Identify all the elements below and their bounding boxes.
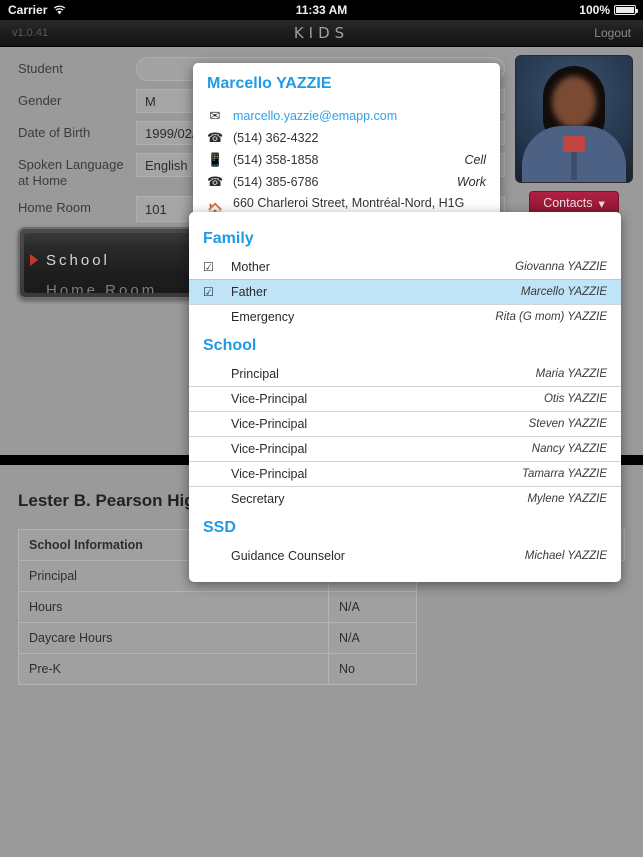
status-bar-right: 100% <box>579 3 638 17</box>
section-title-family: Family <box>203 230 254 247</box>
app-title: KIDS <box>293 24 350 42</box>
contact-person: Otis YAZZIE <box>543 393 607 405</box>
contact-role: Vice-Principal <box>231 442 308 456</box>
contact-phone-2-tag: Cell <box>464 153 486 167</box>
contact-person: Giovanna YAZZIE <box>515 260 607 273</box>
mobile-icon: 📱 <box>207 152 224 167</box>
contact-person: Maria YAZZIE <box>535 367 607 380</box>
section-title-ssd: SSD <box>203 519 236 536</box>
caret-right-icon <box>30 254 38 266</box>
list-item[interactable]: Vice-Principal Otis YAZZIE <box>189 386 621 411</box>
contact-mobile-row[interactable]: 📱 (514) 358-1858 Cell <box>207 149 486 171</box>
contacts-list-popover: Family ☑ Mother Giovanna YAZZIE ☑ Father… <box>189 212 621 582</box>
app-root: Carrier 11:33 AM 100% v1.0.41 KIDS Logou… <box>0 0 643 857</box>
phone-icon: ☎ <box>207 130 224 145</box>
row-value-prek: No <box>327 653 418 685</box>
contact-name: Marcello YAZZIE <box>207 75 332 92</box>
row-key-prek: Pre-K <box>18 653 329 685</box>
photo-placket <box>571 152 577 180</box>
row-key-daycare-hours: Daycare Hours <box>18 622 329 654</box>
contact-role: Mother <box>231 259 270 274</box>
checkbox-checked-icon[interactable]: ☑ <box>203 260 223 274</box>
student-photo-block: Contacts ▾ <box>515 55 633 215</box>
table-row: Daycare Hours N/A <box>18 622 418 654</box>
battery-icon <box>614 5 638 15</box>
photo-collar <box>563 136 585 152</box>
contact-person: Tamarra YAZZIE <box>521 468 607 480</box>
contact-role: Vice-Principal <box>231 467 308 481</box>
contacts-button-label: Contacts <box>543 196 593 210</box>
table-row: Pre-K No <box>18 653 418 685</box>
contact-person: Michael YAZZIE <box>524 549 607 562</box>
picker-option-school-label: School <box>46 251 110 269</box>
field-label-gender: Gender <box>18 93 62 108</box>
field-label-student: Student <box>18 61 63 76</box>
nav-bar: v1.0.41 KIDS Logout <box>0 20 643 47</box>
contact-phone-2[interactable]: (514) 358-1858 <box>233 153 318 167</box>
contact-role: Vice-Principal <box>231 392 308 406</box>
field-label-homeroom: Home Room <box>18 200 91 215</box>
contact-person: Nancy YAZZIE <box>531 443 607 455</box>
student-photo <box>515 55 633 183</box>
list-item[interactable]: Vice-Principal Steven YAZZIE <box>189 411 621 436</box>
contact-email[interactable]: marcello.yazzie@emapp.com <box>233 109 397 123</box>
contact-person: Mylene YAZZIE <box>527 493 607 505</box>
row-key-hours: Hours <box>18 591 329 623</box>
list-item[interactable]: Emergency Rita (G mom) YAZZIE <box>189 304 621 329</box>
picker-option-homeroom-label: Home Room <box>46 281 158 294</box>
contact-email-row[interactable]: ✉ marcello.yazzie@emapp.com <box>207 105 486 127</box>
battery-percent: 100% <box>579 3 610 17</box>
contact-work-row[interactable]: ☎ (514) 385-6786 Work <box>207 171 486 193</box>
contact-person: Marcello YAZZIE <box>520 286 607 298</box>
contact-phone-3-tag: Work <box>456 175 486 189</box>
list-item[interactable]: ☑ Mother Giovanna YAZZIE <box>189 254 621 279</box>
list-item[interactable]: Vice-Principal Nancy YAZZIE <box>189 436 621 461</box>
list-item[interactable]: Guidance Counselor Michael YAZZIE <box>189 543 621 568</box>
contact-role: Vice-Principal <box>231 417 308 431</box>
list-item[interactable]: Principal Maria YAZZIE <box>189 361 621 386</box>
table-row: Hours N/A <box>18 591 418 623</box>
contact-phone-1[interactable]: (514) 362-4322 <box>233 131 318 145</box>
field-label-language: Spoken Language at Home <box>18 157 124 188</box>
field-label-dob: Date of Birth <box>18 125 91 140</box>
clock: 11:33 AM <box>295 3 348 17</box>
checkbox-checked-icon[interactable]: ☑ <box>203 285 223 299</box>
envelope-icon: ✉ <box>209 108 221 123</box>
contact-role: Secretary <box>231 492 285 506</box>
status-bar: Carrier 11:33 AM 100% <box>0 0 643 20</box>
list-item[interactable]: ☑ Father Marcello YAZZIE <box>189 279 621 304</box>
contact-phone-row[interactable]: ☎ (514) 362-4322 <box>207 127 486 149</box>
list-item[interactable]: Vice-Principal Tamarra YAZZIE <box>189 461 621 486</box>
list-item[interactable]: Secretary Mylene YAZZIE <box>189 486 621 511</box>
contact-role: Father <box>231 285 268 299</box>
contact-person: Rita (G mom) YAZZIE <box>495 311 607 323</box>
phone-icon: ☎ <box>207 174 224 189</box>
contact-phone-3[interactable]: (514) 385-6786 <box>233 175 318 189</box>
contact-role: Guidance Counselor <box>231 548 345 563</box>
row-value-daycare-hours: N/A <box>327 622 418 654</box>
section-title-school: School <box>203 337 257 354</box>
contact-role: Emergency <box>231 310 295 324</box>
contact-role: Principal <box>231 366 279 381</box>
row-value-hours: N/A <box>327 591 418 623</box>
chevron-down-icon: ▾ <box>598 196 605 211</box>
contact-person: Steven YAZZIE <box>528 418 607 430</box>
photo-face <box>552 76 596 128</box>
